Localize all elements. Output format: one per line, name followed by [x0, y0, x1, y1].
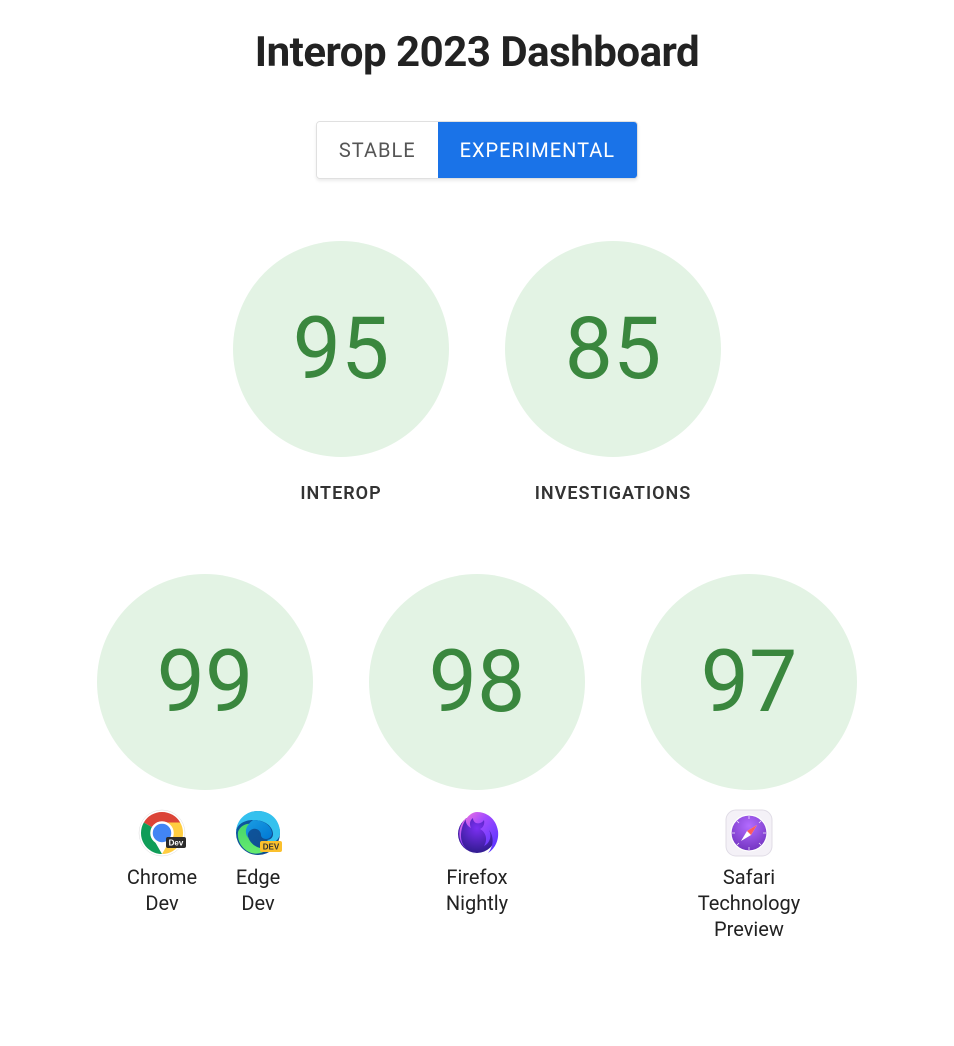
browser-label-chrome: Dev Chrome Dev [127, 808, 197, 916]
svg-text:DEV: DEV [263, 843, 280, 852]
svg-text:Dev: Dev [169, 839, 184, 848]
safari-tp-icon [724, 808, 774, 858]
chrome-dev-icon: Dev [137, 808, 187, 858]
summary-label: Investigations [535, 483, 692, 504]
summary-investigations: 85 Investigations [505, 241, 721, 504]
summary-interop: 95 Interop [233, 241, 449, 504]
browser-name: Firefox Nightly [446, 864, 508, 916]
edge-dev-icon: DEV [233, 808, 283, 858]
browser-firefox: 98 [369, 574, 585, 942]
summary-label: Interop [300, 483, 381, 504]
browser-value: 98 [429, 639, 526, 725]
browser-name: Chrome Dev [127, 864, 197, 916]
browser-name: Safari Technology Preview [698, 864, 800, 942]
summary-value: 95 [293, 306, 390, 392]
browser-row: 99 Dev [24, 574, 930, 942]
tab-experimental[interactable]: Experimental [438, 122, 637, 178]
browser-circle: 98 [369, 574, 585, 790]
browser-label-firefox: Firefox Nightly [446, 808, 508, 916]
firefox-nightly-icon [452, 808, 502, 858]
summary-circle: 85 [505, 241, 721, 457]
page-title: Interop 2023 Dashboard [255, 28, 699, 77]
summary-value: 85 [565, 306, 662, 392]
browser-label-edge: DEV Edge Dev [233, 808, 283, 916]
tab-stable[interactable]: Stable [317, 122, 438, 178]
browser-labels: Dev Chrome Dev [97, 808, 313, 916]
browser-circle: 97 [641, 574, 857, 790]
browser-labels: Firefox Nightly [369, 808, 585, 916]
browser-labels: Safari Technology Preview [641, 808, 857, 942]
channel-tabs: Stable Experimental [316, 121, 638, 179]
browser-value: 99 [157, 639, 254, 725]
browser-label-safari: Safari Technology Preview [698, 808, 800, 942]
browser-chrome-edge: 99 Dev [97, 574, 313, 942]
browser-value: 97 [701, 639, 798, 725]
browser-name: Edge Dev [236, 864, 280, 916]
summary-row: 95 Interop 85 Investigations [233, 241, 721, 504]
browser-circle: 99 [97, 574, 313, 790]
summary-circle: 95 [233, 241, 449, 457]
browser-safari: 97 [641, 574, 857, 942]
